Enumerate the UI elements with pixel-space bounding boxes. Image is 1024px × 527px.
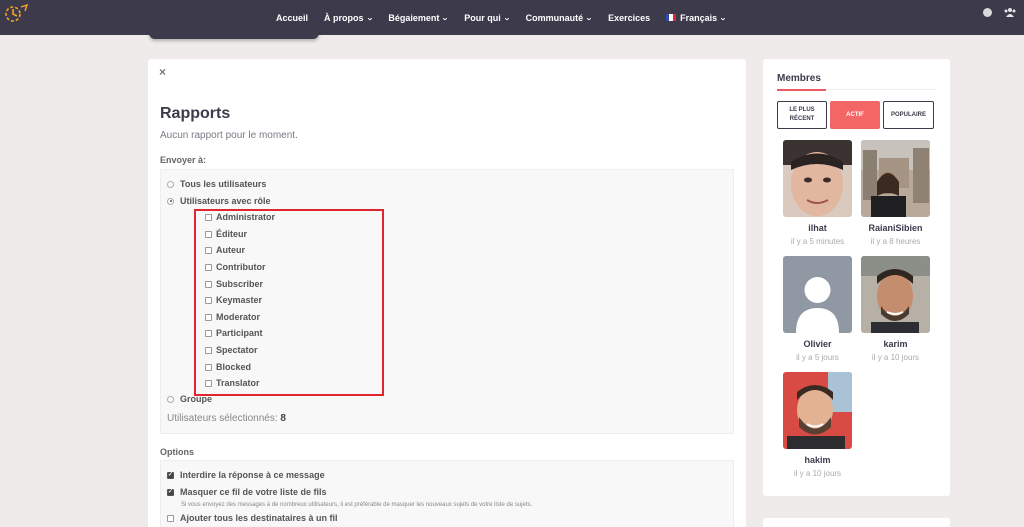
french-flag-icon [666,14,677,21]
nav-accueil[interactable]: Accueil [276,13,308,23]
nav-pour-qui[interactable]: Pour qui ⌄ [464,13,511,23]
checkbox[interactable] [205,346,212,354]
language-selector[interactable]: Français ⌄ [666,13,727,23]
checkbox[interactable] [205,313,212,321]
chevron-down-icon: ⌄ [719,14,727,22]
empty-state-text: Aucun rapport pour le moment. [160,130,298,141]
member-name[interactable]: karim [861,339,930,349]
title-accent [777,89,826,91]
main-nav: Accueil À propos ⌄ Bégaiement ⌄ Pour qui ⌄ … [276,0,742,35]
close-icon[interactable]: × [159,65,166,79]
radio-users-with-role[interactable]: Utilisateurs avec rôle [167,196,271,206]
member-card[interactable]: ilhat il y a 5 minutes [783,140,852,246]
nav-communaute[interactable]: Communauté ⌄ [526,13,593,23]
checkbox[interactable] [205,263,212,271]
chevron-down-icon: ⌄ [585,14,593,22]
reports-panel: × Rapports Aucun rapport pour le moment.… [148,59,746,527]
radio-button[interactable] [167,395,174,403]
member-last-active: il y a 5 minutes [790,237,845,246]
chevron-down-icon: ⌄ [441,14,450,22]
member-name[interactable]: hakim [783,455,852,465]
role-checkbox-editeur[interactable]: Éditeur [205,229,247,239]
option-add-all-recipients[interactable]: Ajouter tous les destinataires à un fil [167,513,338,523]
member-last-active: il y a 10 jours [793,469,842,478]
checkbox[interactable] [205,280,212,288]
site-logo[interactable] [3,3,29,25]
radio-button-selected[interactable] [167,197,174,205]
option-hint: Si vous envoyez des messages à de nombre… [181,502,533,508]
nav-a-propos[interactable]: À propos ⌄ [324,13,374,23]
role-checkbox-blocked[interactable]: Blocked [205,362,251,372]
member-name[interactable]: RaianiSibien [861,223,930,233]
member-last-active: il y a 8 heures [870,237,921,246]
radio-all-users[interactable]: Tous les utilisateurs [167,179,266,189]
checkbox[interactable] [205,230,212,238]
chevron-down-icon: ⌄ [502,14,511,22]
role-checkbox-moderator[interactable]: Moderator [205,312,260,322]
checkbox[interactable] [205,213,212,221]
member-last-active: il y a 5 jours [796,353,839,362]
options-box: Interdire la réponse à ce message Masque… [160,460,734,527]
role-checkbox-contributor[interactable]: Contributor [205,262,266,272]
role-checkbox-keymaster[interactable]: Keymaster [205,295,262,305]
avatar[interactable] [861,140,930,217]
member-card[interactable]: RaianiSibien il y a 8 heures [861,140,930,246]
checkbox-checked[interactable] [167,471,174,479]
member-card[interactable]: hakim il y a 10 jours [783,372,852,478]
avatar[interactable] [783,140,852,217]
page-title: Rapports [160,105,231,122]
role-checkbox-administrator[interactable]: Administrator [205,212,275,222]
avatar[interactable] [861,256,930,333]
send-to-label: Envoyer à: [160,155,207,165]
tab-most-recent[interactable]: LE PLUS RÉCENT [777,101,827,129]
checkbox[interactable] [205,296,212,304]
role-checkbox-translator[interactable]: Translator [205,378,260,388]
nav-begaiement[interactable]: Bégaiement ⌄ [388,13,450,23]
header-image-strip [149,30,319,39]
checkbox[interactable] [167,514,174,522]
roles-list: Administrator Éditeur Auteur Contributor… [194,209,384,396]
option-no-reply[interactable]: Interdire la réponse à ce message [167,470,325,480]
secondary-widget [763,518,950,527]
members-widget: Membres LE PLUS RÉCENT ACTIF POPULAIRE il… [763,59,950,496]
radio-button[interactable] [167,180,174,188]
checkbox[interactable] [205,329,212,337]
option-hide-thread[interactable]: Masquer ce fil de votre liste de fils [167,487,327,497]
users-group-icon[interactable] [1004,7,1016,17]
avatar[interactable] [783,372,852,449]
options-label: Options [160,447,194,457]
user-status-icon[interactable] [983,8,992,17]
member-card[interactable]: Olivier il y a 5 jours [783,256,852,362]
tab-active[interactable]: ACTIF [830,101,880,129]
chevron-down-icon: ⌄ [365,14,374,22]
widget-title: Membres [777,73,821,84]
role-checkbox-spectator[interactable]: Spectator [205,345,258,355]
checkbox[interactable] [205,246,212,254]
nav-exercices[interactable]: Exercices [608,13,650,23]
checkbox[interactable] [205,379,212,387]
default-avatar-icon[interactable] [783,256,852,333]
recipients-box: Tous les utilisateurs Utilisateurs avec … [160,169,734,434]
member-name[interactable]: ilhat [783,223,852,233]
member-last-active: il y a 10 jours [871,353,920,362]
checkbox-checked[interactable] [167,488,174,496]
role-checkbox-auteur[interactable]: Auteur [205,245,245,255]
tab-popular[interactable]: POPULAIRE [883,101,934,129]
role-checkbox-participant[interactable]: Participant [205,328,263,338]
selected-users-count: Utilisateurs sélectionnés: 8 [167,413,286,424]
radio-group[interactable]: Groupe [167,394,212,404]
checkbox[interactable] [205,363,212,371]
member-name[interactable]: Olivier [783,339,852,349]
member-card[interactable]: karim il y a 10 jours [861,256,930,362]
role-checkbox-subscriber[interactable]: Subscriber [205,279,263,289]
